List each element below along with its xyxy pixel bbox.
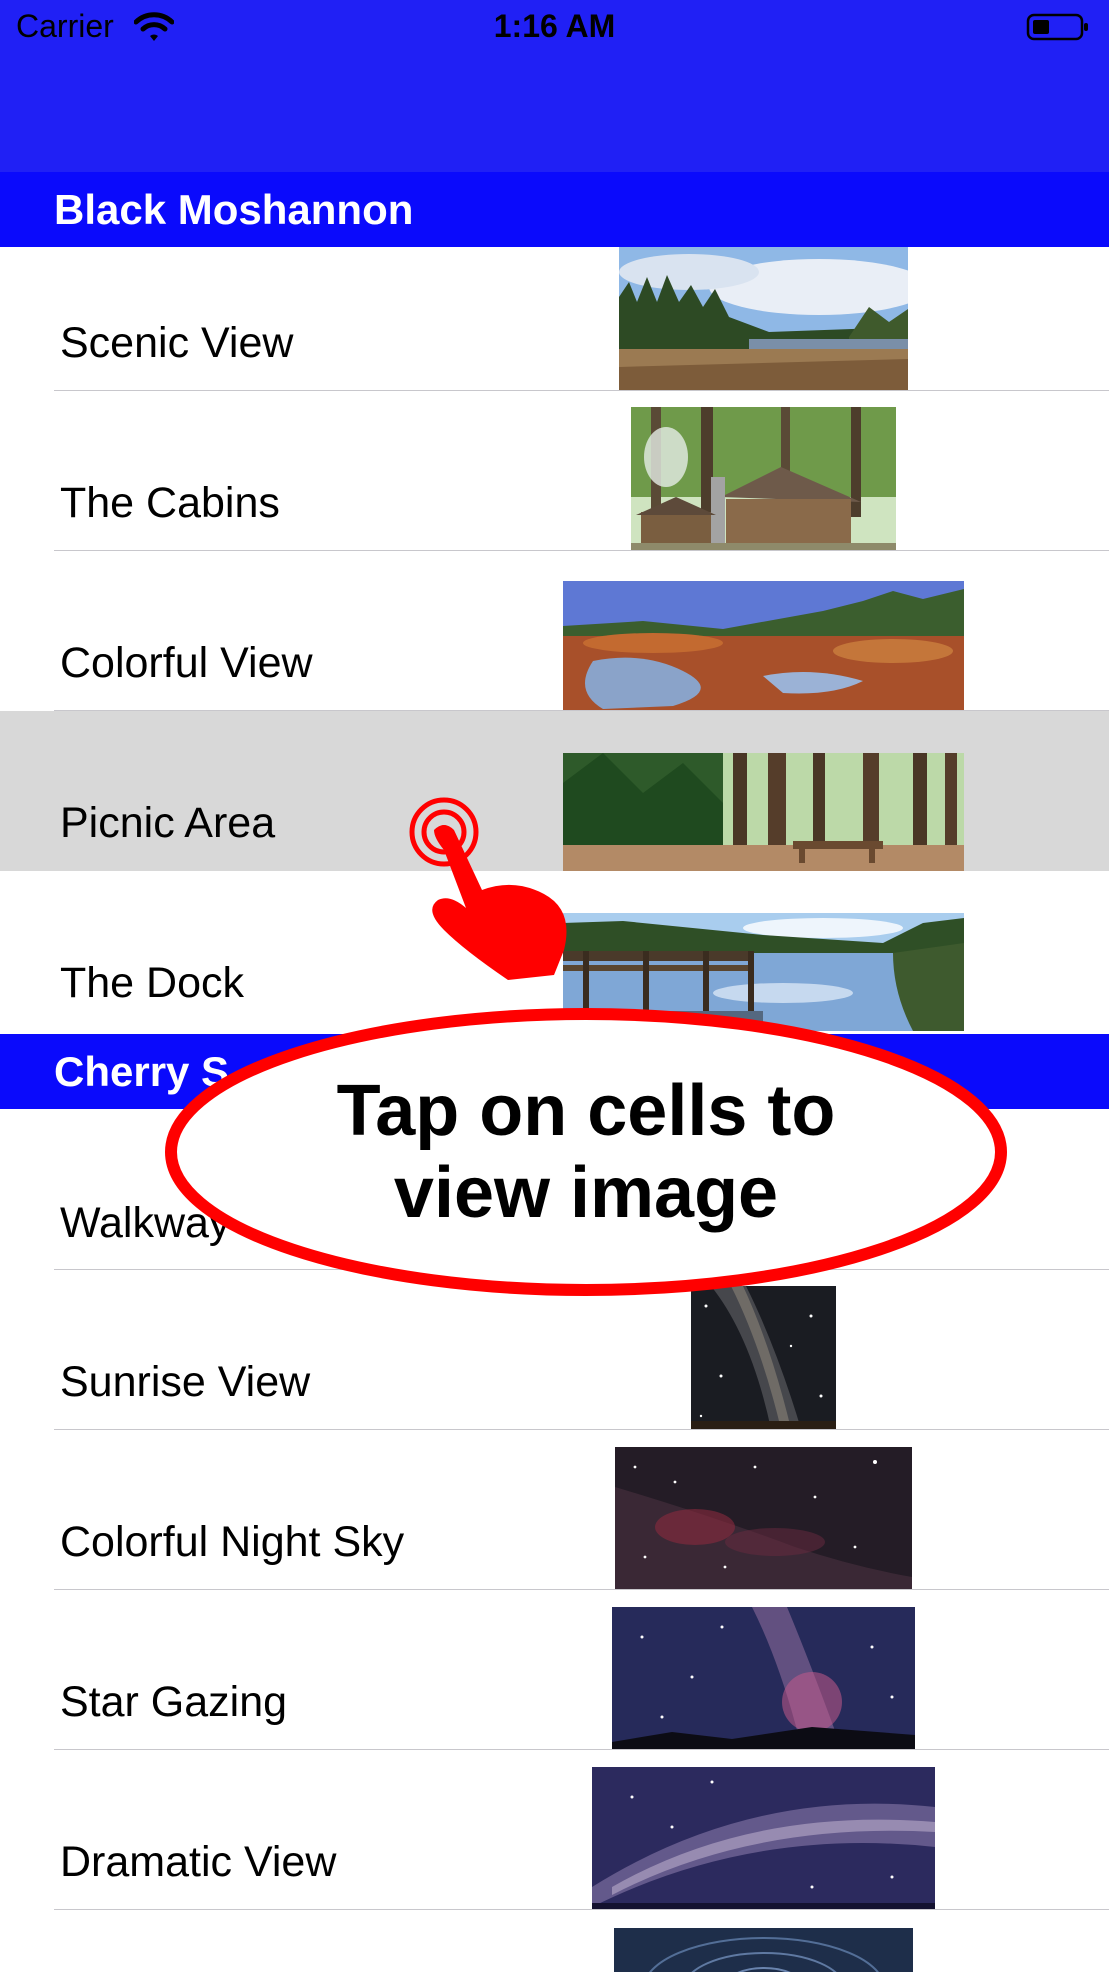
row-label: Colorful View bbox=[60, 639, 313, 687]
row-label: Colorful Night Sky bbox=[60, 1518, 405, 1566]
nebula-sky-photo bbox=[615, 1447, 912, 1590]
callout-line-2: view image bbox=[393, 1153, 779, 1233]
row-label: Dramatic View bbox=[60, 1838, 337, 1886]
table-row[interactable]: The Cabins bbox=[0, 391, 1109, 551]
table-row[interactable]: Colorful Night Sky bbox=[0, 1430, 1109, 1590]
forest-meadow-photo bbox=[619, 247, 908, 390]
picnic-pines-photo bbox=[563, 753, 964, 871]
star-trails-photo bbox=[614, 1928, 913, 1972]
clock-label: 1:16 AM bbox=[493, 8, 616, 44]
milky-way-photo bbox=[691, 1286, 836, 1429]
callout-text: Tap on cells to view image bbox=[162, 1070, 1010, 1234]
table-row[interactable]: Dramatic View bbox=[0, 1750, 1109, 1910]
table-row[interactable]: Star Gazing bbox=[0, 1590, 1109, 1750]
table-row[interactable]: Colorful View bbox=[0, 551, 1109, 711]
row-label: Picnic Area bbox=[60, 799, 276, 847]
row-label: Scenic View bbox=[60, 319, 294, 367]
section-header-black-moshannon: Black Moshannon bbox=[0, 172, 1109, 247]
log-cabins-photo bbox=[631, 407, 896, 550]
table-row[interactable]: Scenic View bbox=[0, 247, 1109, 407]
navigation-bar: Carrier 1:16 AM bbox=[0, 0, 1109, 172]
tap-hand-icon bbox=[409, 797, 567, 980]
table-row[interactable] bbox=[0, 1910, 1109, 1972]
row-label: Sunrise View bbox=[60, 1358, 311, 1406]
battery-icon bbox=[1026, 13, 1088, 41]
row-label: Star Gazing bbox=[60, 1678, 288, 1726]
red-bog-photo bbox=[563, 581, 964, 711]
row-label: The Cabins bbox=[60, 479, 280, 527]
row-label: The Dock bbox=[60, 959, 245, 1007]
callout-line-1: Tap on cells to bbox=[336, 1071, 836, 1151]
arched-milky-way-photo bbox=[592, 1767, 935, 1910]
section-title: Black Moshannon bbox=[54, 186, 414, 233]
purple-milky-way-photo bbox=[612, 1607, 915, 1750]
